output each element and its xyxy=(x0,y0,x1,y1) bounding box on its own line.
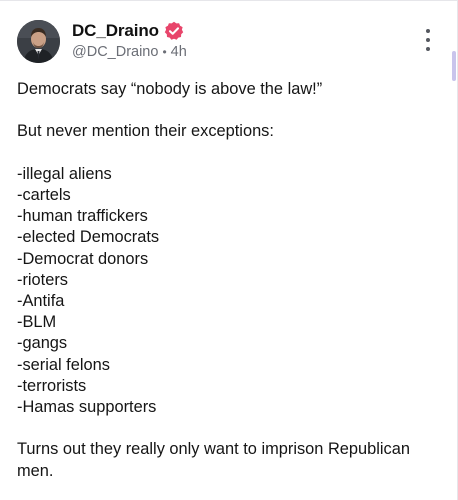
exception-item: -cartels xyxy=(17,185,71,204)
author-name-row: DC_Draino xyxy=(72,19,187,43)
exception-item: -terrorists xyxy=(17,376,87,395)
scrollbar-thumb[interactable] xyxy=(452,51,456,81)
post-card: DC_Draino @DC_Draino • 4h Democrats say … xyxy=(0,0,458,500)
post-intro: Democrats say “nobody is above the law!” xyxy=(17,80,323,98)
post-author: DC_Draino @DC_Draino • 4h xyxy=(72,19,187,60)
exception-item: -rioters xyxy=(17,270,68,289)
more-vertical-icon xyxy=(426,29,430,33)
post-closing: Turns out they really only want to impri… xyxy=(17,440,410,480)
more-options-button[interactable] xyxy=(418,29,438,51)
more-vertical-icon-dot xyxy=(426,47,430,51)
avatar-image xyxy=(17,20,60,63)
exception-item: -Democrat donors xyxy=(17,249,149,268)
post-lead-in: But never mention their exceptions: xyxy=(17,122,274,141)
author-meta-row: @DC_Draino • 4h xyxy=(72,44,187,60)
more-vertical-icon-dot xyxy=(426,38,430,42)
exception-item: -Antifa xyxy=(17,292,65,310)
author-handle[interactable]: @DC_Draino xyxy=(72,44,158,60)
post-timestamp[interactable]: 4h xyxy=(171,44,187,60)
exception-item: -serial felons xyxy=(17,355,110,374)
post-body: Democrats say “nobody is above the law!”… xyxy=(17,79,445,482)
exception-item: -Hamas supporters xyxy=(17,398,157,417)
avatar[interactable] xyxy=(17,20,60,63)
exception-item: -illegal aliens xyxy=(17,164,112,183)
exception-item: -elected Democrats xyxy=(17,228,160,247)
exception-item: -human traffickers xyxy=(17,207,148,226)
meta-separator: • xyxy=(162,45,167,59)
verified-badge-icon xyxy=(164,21,184,41)
exception-item: -BLM xyxy=(17,313,57,332)
author-display-name[interactable]: DC_Draino xyxy=(72,21,159,41)
exception-item: -gangs xyxy=(17,334,68,353)
